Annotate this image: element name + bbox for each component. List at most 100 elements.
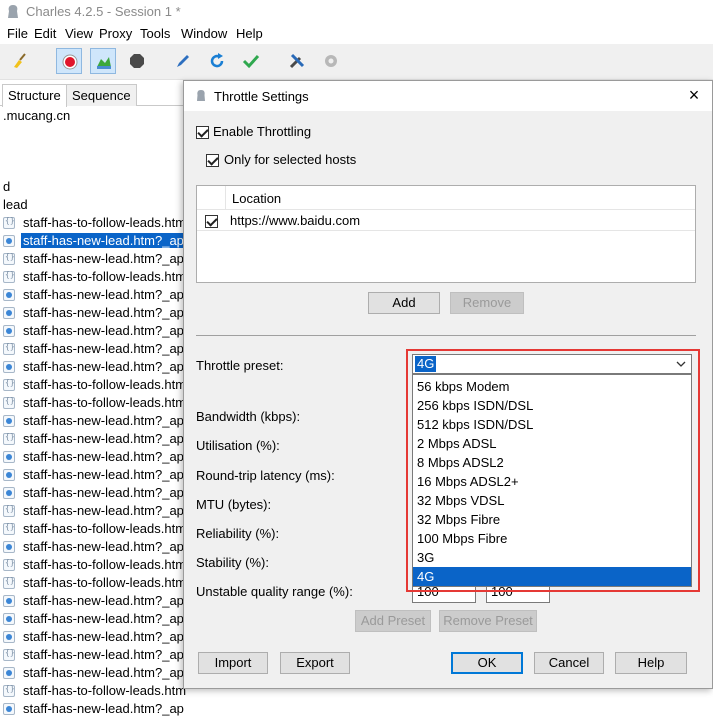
json-document-icon <box>3 558 15 571</box>
host-node[interactable]: .mucang.cn <box>3 108 70 123</box>
json-document-icon <box>3 342 15 355</box>
list-item[interactable]: staff-has-to-follow-leads.htm <box>2 682 200 700</box>
compose-icon[interactable] <box>170 48 196 74</box>
list-item[interactable]: staff-has-new-lead.htm?_ap <box>2 664 200 682</box>
json-document-icon <box>3 522 15 535</box>
record-icon[interactable] <box>56 48 82 74</box>
list-item[interactable]: staff-has-new-lead.htm?_ap <box>2 322 200 340</box>
list-item-label: staff-has-new-lead.htm?_ap <box>23 431 184 446</box>
enable-throttling-checkbox[interactable] <box>196 126 209 139</box>
list-item-label: staff-has-new-lead.htm?_ap <box>23 701 184 716</box>
list-item[interactable]: staff-has-new-lead.htm?_ap <box>2 304 200 322</box>
request-icon <box>3 235 15 247</box>
list-item[interactable]: staff-has-new-lead.htm?_ap <box>2 232 200 250</box>
json-document-icon <box>3 378 15 391</box>
remove-preset-button[interactable]: Remove Preset <box>439 610 537 632</box>
help-button[interactable]: Help <box>615 652 687 674</box>
menu-help[interactable]: Help <box>236 26 263 41</box>
list-item[interactable]: staff-has-new-lead.htm?_ap <box>2 412 200 430</box>
json-document-icon <box>3 270 15 283</box>
tools-icon[interactable] <box>284 48 310 74</box>
window-titlebar: Charles 4.2.5 - Session 1 * <box>0 0 713 24</box>
list-item[interactable]: staff-has-new-lead.htm?_ap <box>2 466 200 484</box>
list-item[interactable]: staff-has-to-follow-leads.htm <box>2 394 200 412</box>
list-item[interactable]: staff-has-new-lead.htm?_ap <box>2 592 200 610</box>
list-item[interactable]: staff-has-to-follow-leads.htm <box>2 574 200 592</box>
list-item-label: staff-has-to-follow-leads.htm <box>23 215 187 230</box>
charles-app-icon <box>197 90 205 101</box>
list-item[interactable]: staff-has-new-lead.htm?_ap <box>2 250 200 268</box>
table-row[interactable]: https://www.baidu.com <box>197 211 695 231</box>
structure-pane: Structure Sequence .mucang.cn d lead sta… <box>0 80 200 716</box>
json-document-icon <box>3 648 15 661</box>
json-document-icon <box>3 684 15 697</box>
list-item-label: staff-has-new-lead.htm?_ap <box>23 629 184 644</box>
request-icon <box>3 289 15 301</box>
location-column-header[interactable]: Location <box>232 191 281 206</box>
annotation-highlight-box <box>406 349 700 592</box>
only-selected-hosts-checkbox[interactable] <box>206 154 219 167</box>
import-button[interactable]: Import <box>198 652 268 674</box>
cancel-button[interactable]: Cancel <box>534 652 604 674</box>
list-item-label: staff-has-new-lead.htm?_ap <box>23 539 184 554</box>
list-item[interactable]: staff-has-new-lead.htm?_ap <box>2 448 200 466</box>
list-item[interactable]: staff-has-to-follow-leads.htm <box>2 520 200 538</box>
list-item-label: staff-has-to-follow-leads.htm <box>23 557 187 572</box>
list-item[interactable]: staff-has-new-lead.htm?_ap <box>2 358 200 376</box>
bandwidth-label: Bandwidth (kbps): <box>196 409 301 424</box>
list-item[interactable]: staff-has-new-lead.htm?_ap <box>2 430 200 448</box>
add-preset-button[interactable]: Add Preset <box>355 610 431 632</box>
repeat-icon[interactable] <box>204 48 230 74</box>
settings-icon[interactable] <box>318 48 344 74</box>
list-item-label: staff-has-to-follow-leads.htm <box>23 575 187 590</box>
list-item[interactable]: staff-has-new-lead.htm?_ap <box>2 610 200 628</box>
menu-edit[interactable]: Edit <box>34 26 56 41</box>
ok-button[interactable]: OK <box>451 652 523 674</box>
list-item-label: staff-has-new-lead.htm?_ap <box>23 449 184 464</box>
menu-proxy[interactable]: Proxy <box>99 26 132 41</box>
menu-tools[interactable]: Tools <box>140 26 170 41</box>
tree-node-d[interactable]: d <box>3 179 10 194</box>
menu-file[interactable]: File <box>7 26 28 41</box>
list-item[interactable]: staff-has-to-follow-leads.htm <box>2 376 200 394</box>
host-enabled-checkbox[interactable] <box>205 215 218 228</box>
tab-structure[interactable]: Structure <box>2 84 67 107</box>
list-item-label: staff-has-new-lead.htm?_ap <box>23 503 184 518</box>
list-item[interactable]: staff-has-new-lead.htm?_ap <box>2 646 200 664</box>
request-icon <box>3 469 15 481</box>
list-item[interactable]: staff-has-new-lead.htm?_ap <box>2 538 200 556</box>
list-item[interactable]: staff-has-new-lead.htm?_ap <box>2 502 200 520</box>
request-icon <box>3 307 15 319</box>
throttle-icon[interactable] <box>90 48 116 74</box>
tree-node-lead[interactable]: lead <box>3 197 28 212</box>
menu-view[interactable]: View <box>65 26 93 41</box>
throttle-settings-dialog: Throttle Settings × Enable Throttling On… <box>183 80 713 689</box>
list-item-label: staff-has-to-follow-leads.htm <box>23 269 187 284</box>
close-icon[interactable]: × <box>686 86 702 104</box>
list-item[interactable]: staff-has-new-lead.htm?_ap <box>2 286 200 304</box>
broom-icon[interactable] <box>7 48 33 74</box>
list-item[interactable]: staff-has-new-lead.htm?_ap <box>2 628 200 646</box>
export-button[interactable]: Export <box>280 652 350 674</box>
list-item[interactable]: staff-has-to-follow-leads.htm <box>2 268 200 286</box>
list-item[interactable]: staff-has-new-lead.htm?_ap <box>2 484 200 502</box>
validate-icon[interactable] <box>238 48 264 74</box>
add-host-button[interactable]: Add <box>368 292 440 314</box>
remove-host-button[interactable]: Remove <box>450 292 524 314</box>
request-icon <box>3 361 15 373</box>
list-item-label: staff-has-new-lead.htm?_ap <box>23 305 184 320</box>
list-item[interactable]: staff-has-to-follow-leads.htm <box>2 556 200 574</box>
list-item-label: staff-has-new-lead.htm?_ap <box>23 665 184 680</box>
json-document-icon <box>3 432 15 445</box>
tab-sequence[interactable]: Sequence <box>66 84 137 106</box>
table-header: Location <box>197 186 695 210</box>
request-icon <box>3 613 15 625</box>
list-item-label: staff-has-new-lead.htm?_ap <box>23 611 184 626</box>
menu-window[interactable]: Window <box>181 26 227 41</box>
list-item-label: staff-has-new-lead.htm?_ap <box>23 287 184 302</box>
list-item[interactable]: staff-has-to-follow-leads.htm <box>2 214 200 232</box>
list-item[interactable]: staff-has-new-lead.htm?_ap <box>2 700 200 718</box>
request-icon <box>3 703 15 715</box>
list-item[interactable]: staff-has-new-lead.htm?_ap <box>2 340 200 358</box>
breakpoint-icon[interactable] <box>124 48 150 74</box>
